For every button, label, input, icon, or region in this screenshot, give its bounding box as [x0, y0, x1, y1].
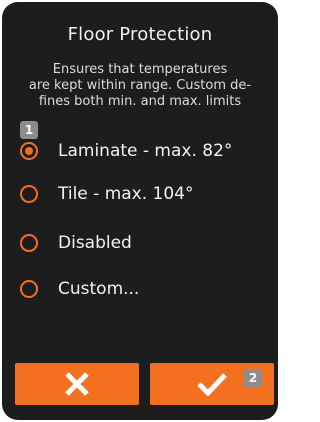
floor-protection-dialog: Floor Protection Ensures that temperatur… [2, 2, 278, 420]
radio-icon[interactable] [20, 280, 38, 298]
option-custom[interactable]: Custom... [20, 274, 268, 304]
option-laminate[interactable]: Laminate - max. 82° [20, 136, 268, 166]
cancel-button[interactable] [15, 363, 139, 405]
confirm-step-badge: 2 [244, 369, 262, 387]
dialog-title: Floor Protection [67, 24, 213, 45]
radio-selected-icon[interactable] [20, 142, 38, 160]
description-line: are kept within range. Custom de- [28, 78, 252, 93]
option-label: Custom... [58, 279, 140, 299]
confirm-button[interactable]: 2 [150, 363, 274, 405]
close-icon [65, 372, 89, 396]
option-tile[interactable]: Tile - max. 104° [20, 179, 268, 209]
option-label: Disabled [58, 233, 132, 253]
radio-icon[interactable] [20, 234, 38, 252]
option-label: Tile - max. 104° [58, 184, 194, 204]
radio-icon[interactable] [20, 185, 38, 203]
option-disabled[interactable]: Disabled [20, 228, 268, 258]
checkmark-icon [197, 373, 227, 396]
dialog-description: Ensures that temperatures are kept withi… [10, 62, 270, 110]
option-label: Laminate - max. 82° [58, 141, 233, 161]
description-line: fines both min. and max. limits [38, 94, 242, 109]
description-line: Ensures that temperatures [52, 62, 228, 77]
